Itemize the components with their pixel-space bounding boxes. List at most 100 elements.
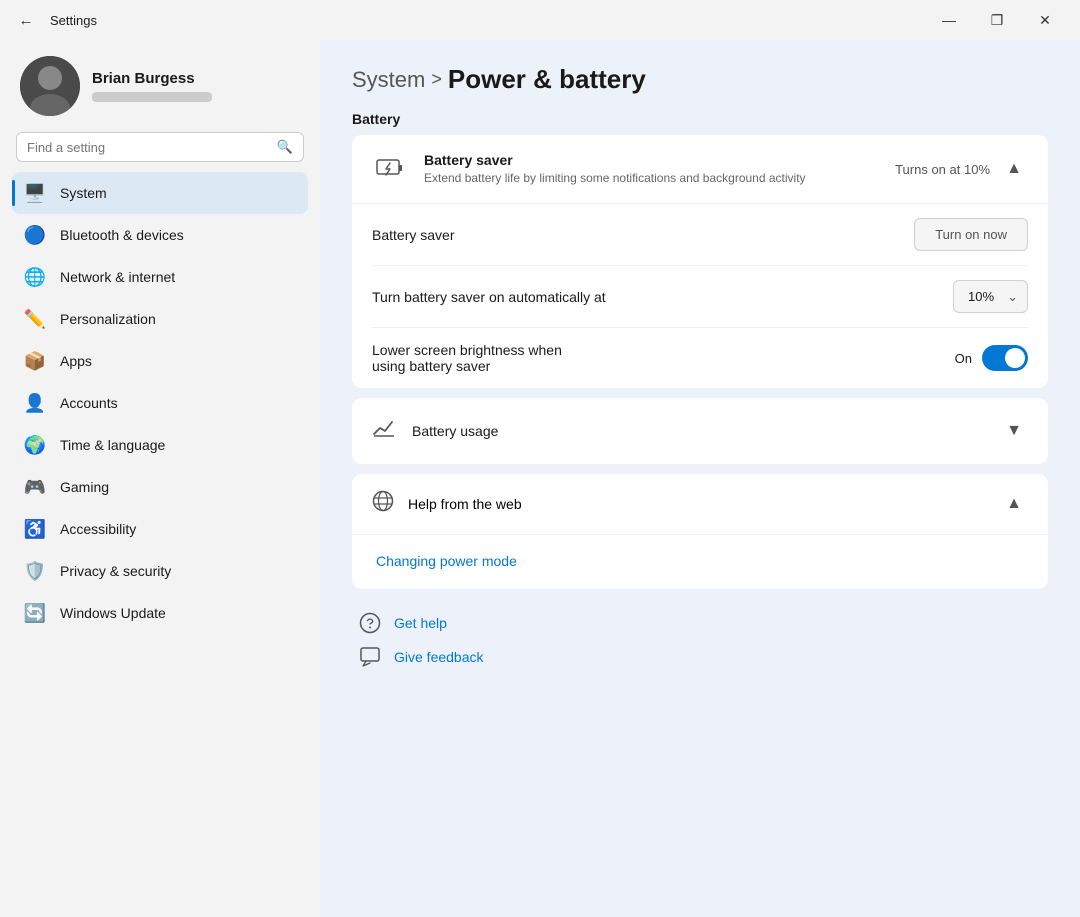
bluetooth-icon: 🔵 (24, 224, 46, 246)
battery-saver-title: Battery saver (424, 152, 879, 168)
sidebar-item-label-accessibility: Accessibility (60, 521, 136, 537)
maximize-button[interactable]: ❐ (974, 4, 1020, 36)
sidebar-item-gaming[interactable]: 🎮 Gaming (12, 466, 308, 508)
battery-usage-icon (372, 416, 396, 446)
search-box[interactable]: 🔍 (16, 132, 304, 162)
window-controls: — ❐ ✕ (926, 4, 1068, 36)
app-title: Settings (50, 13, 97, 28)
battery-saver-inner-label: Battery saver (372, 227, 454, 243)
battery-saver-description: Extend battery life by limiting some not… (424, 170, 879, 187)
battery-saver-inner-row: Battery saver Turn on now (372, 204, 1028, 266)
battery-usage-row[interactable]: Battery usage ▼ (352, 398, 1048, 464)
breadcrumb-parent: System (352, 67, 425, 93)
sidebar-item-bluetooth[interactable]: 🔵 Bluetooth & devices (12, 214, 308, 256)
gaming-icon: 🎮 (24, 476, 46, 498)
windows-update-icon: 🔄 (24, 602, 46, 624)
sidebar-item-privacy[interactable]: 🛡️ Privacy & security (12, 550, 308, 592)
battery-saver-info: Battery saver Extend battery life by lim… (424, 152, 879, 187)
percentage-select[interactable]: 5% 10% 15% 20% 25% (953, 280, 1028, 313)
help-globe-icon (372, 490, 394, 518)
sidebar-nav: 🖥️ System 🔵 Bluetooth & devices 🌐 Networ… (12, 172, 308, 634)
user-name: Brian Burgess (92, 70, 300, 87)
breadcrumb-current: Power & battery (448, 64, 646, 95)
privacy-icon: 🛡️ (24, 560, 46, 582)
sidebar-item-label-privacy: Privacy & security (60, 563, 171, 579)
personalization-icon: ✏️ (24, 308, 46, 330)
auto-turn-on-label: Turn battery saver on automatically at (372, 289, 606, 305)
network-icon: 🌐 (24, 266, 46, 288)
sidebar-item-label-system: System (60, 185, 107, 201)
sidebar-item-label-personalization: Personalization (60, 311, 156, 327)
sidebar-item-label-gaming: Gaming (60, 479, 109, 495)
system-icon: 🖥️ (24, 182, 46, 204)
battery-saver-header-row: Battery saver Extend battery life by lim… (352, 135, 1048, 204)
battery-saver-card: Battery saver Extend battery life by lim… (352, 135, 1048, 388)
lower-brightness-label: Lower screen brightness when using batte… (372, 342, 562, 374)
changing-power-mode-link[interactable]: Changing power mode (376, 553, 517, 569)
sidebar-item-label-windows-update: Windows Update (60, 605, 166, 621)
app-body: Brian Burgess 🔍 🖥️ System 🔵 Bluetooth & … (0, 40, 1080, 917)
sidebar-item-accessibility[interactable]: ♿ Accessibility (12, 508, 308, 550)
main-content: System > Power & battery Battery Battery… (320, 40, 1080, 917)
close-button[interactable]: ✕ (1022, 4, 1068, 36)
avatar-image (20, 56, 80, 116)
sidebar-item-label-network: Network & internet (60, 269, 175, 285)
battery-usage-expand-button[interactable]: ▼ (1000, 417, 1028, 445)
back-button[interactable]: ← (12, 6, 40, 34)
sidebar-item-system[interactable]: 🖥️ System (12, 172, 308, 214)
sidebar-item-accounts[interactable]: 👤 Accounts (12, 382, 308, 424)
search-input[interactable] (27, 140, 269, 155)
turn-on-now-button[interactable]: Turn on now (914, 218, 1028, 251)
sidebar-item-label-bluetooth: Bluetooth & devices (60, 227, 184, 243)
help-collapse-button[interactable]: ▲ (1000, 490, 1028, 518)
time-icon: 🌍 (24, 434, 46, 456)
brightness-toggle-label: On (955, 351, 972, 366)
sidebar-item-time[interactable]: 🌍 Time & language (12, 424, 308, 466)
minimize-button[interactable]: — (926, 4, 972, 36)
breadcrumb: System > Power & battery (352, 64, 1048, 95)
sidebar-item-windows-update[interactable]: 🔄 Windows Update (12, 592, 308, 634)
help-header[interactable]: Help from the web ▲ (352, 474, 1048, 535)
give-feedback-row: Give feedback (356, 643, 1048, 671)
titlebar: ← Settings — ❐ ✕ (0, 0, 1080, 40)
titlebar-left: ← Settings (12, 6, 97, 34)
avatar (20, 56, 80, 116)
sidebar-item-label-apps: Apps (60, 353, 92, 369)
battery-saver-status: Turns on at 10% (895, 162, 990, 177)
help-card: Help from the web ▲ Changing power mode (352, 474, 1048, 589)
help-link-row: Changing power mode (352, 535, 1048, 589)
sidebar-item-network[interactable]: 🌐 Network & internet (12, 256, 308, 298)
give-feedback-link[interactable]: Give feedback (394, 649, 484, 665)
battery-saver-icon (372, 151, 408, 187)
get-help-link[interactable]: Get help (394, 615, 447, 631)
battery-saver-expanded: Battery saver Turn on now Turn battery s… (352, 204, 1048, 388)
lower-brightness-row: Lower screen brightness when using batte… (372, 328, 1028, 388)
brightness-toggle-row: On (955, 345, 1028, 371)
battery-saver-right: Turns on at 10% ▲ (895, 155, 1028, 183)
battery-usage-card: Battery usage ▼ (352, 398, 1048, 464)
battery-saver-collapse-button[interactable]: ▲ (1000, 155, 1028, 183)
sidebar-item-apps[interactable]: 📦 Apps (12, 340, 308, 382)
help-title: Help from the web (408, 496, 986, 512)
sidebar: Brian Burgess 🔍 🖥️ System 🔵 Bluetooth & … (0, 40, 320, 917)
sidebar-item-personalization[interactable]: ✏️ Personalization (12, 298, 308, 340)
sidebar-item-label-accounts: Accounts (60, 395, 118, 411)
accounts-icon: 👤 (24, 392, 46, 414)
battery-section-title: Battery (352, 111, 1048, 127)
bottom-links: Get help Give feedback (352, 609, 1048, 671)
user-account-blurred (92, 92, 212, 102)
get-help-row: Get help (356, 609, 1048, 637)
accessibility-icon: ♿ (24, 518, 46, 540)
sidebar-item-label-time: Time & language (60, 437, 165, 453)
brightness-toggle[interactable] (982, 345, 1028, 371)
get-help-icon (356, 609, 384, 637)
auto-turn-on-row: Turn battery saver on automatically at 5… (372, 266, 1028, 328)
search-icon: 🔍 (277, 139, 293, 155)
breadcrumb-separator: > (431, 69, 442, 90)
turn-on-right: Turn on now (914, 218, 1028, 251)
percentage-select-wrap[interactable]: 5% 10% 15% 20% 25% (953, 280, 1028, 313)
user-section: Brian Burgess (12, 40, 308, 132)
give-feedback-icon (356, 643, 384, 671)
apps-icon: 📦 (24, 350, 46, 372)
user-info: Brian Burgess (92, 70, 300, 102)
